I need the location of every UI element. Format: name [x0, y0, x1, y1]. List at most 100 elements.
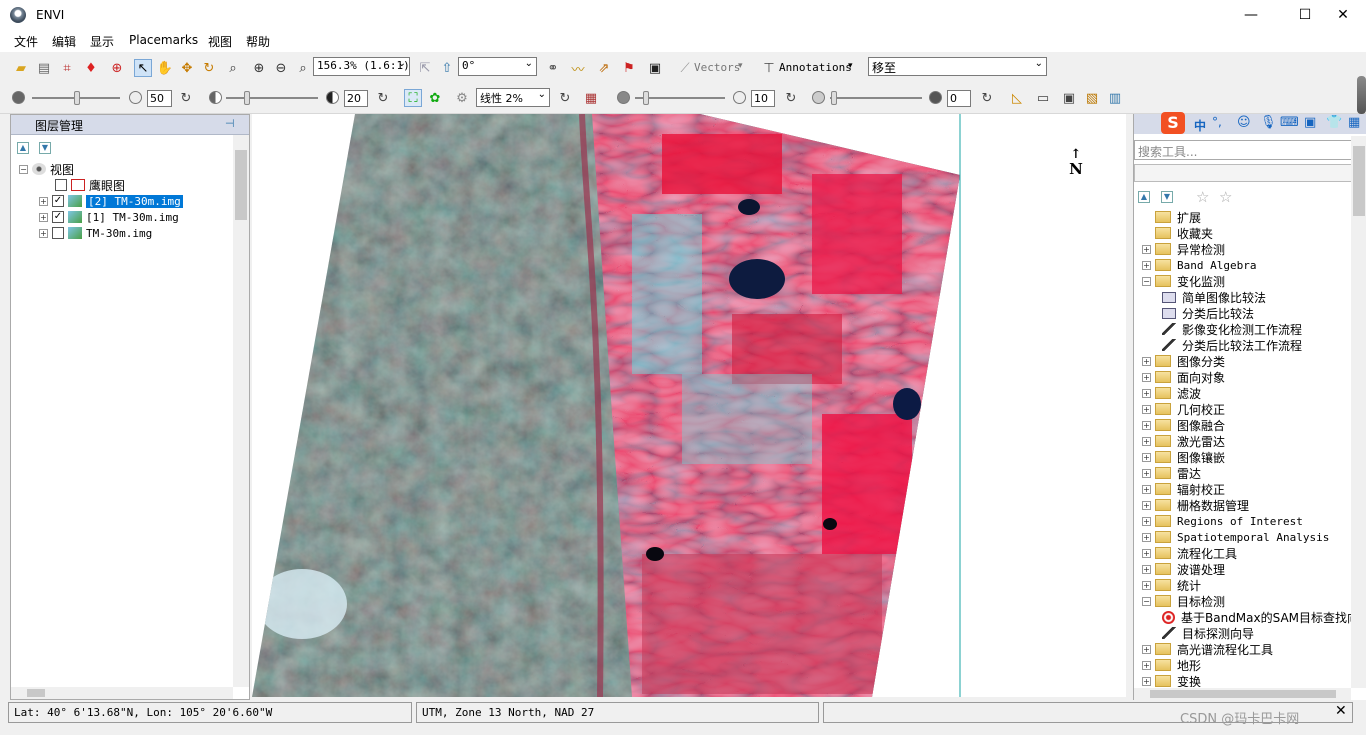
toolbox-folder[interactable]: + 高光谱流程化工具	[1142, 641, 1273, 657]
reset-stretch-icon[interactable]: ↻	[556, 89, 574, 107]
toolbox-search-input[interactable]: 搜索工具...	[1134, 140, 1353, 160]
color-table-icon[interactable]: ▦	[582, 89, 600, 107]
transparency-slider-thumb[interactable]	[831, 91, 837, 105]
toolbox-folder[interactable]: + 图像融合	[1142, 417, 1225, 433]
layer-item[interactable]: 鹰眼图	[55, 177, 125, 193]
collapse-all-icon[interactable]: ▲	[1138, 191, 1150, 203]
rotate-icon[interactable]: ↻	[200, 59, 218, 77]
ruler-icon[interactable]: ◺	[1008, 89, 1026, 107]
toolbox-hscrollbar[interactable]	[1134, 688, 1351, 700]
expand-icon[interactable]: +	[1142, 516, 1151, 526]
transparency-slider-track[interactable]	[830, 97, 922, 99]
expand-icon[interactable]: +	[1142, 660, 1151, 670]
vectors-menu[interactable]: Vectors	[694, 61, 740, 74]
layer-item[interactable]: + ✓ [2] TM-30m.img	[39, 193, 183, 209]
image-view[interactable]: ↑ N	[252, 114, 1126, 697]
roi-icon[interactable]: ⚑	[620, 59, 638, 77]
reset-contrast-icon[interactable]: ↻	[374, 89, 392, 107]
rotate-north-icon[interactable]: ⇧	[438, 59, 456, 77]
keyboard-icon[interactable]: ⌨	[1280, 115, 1299, 130]
expand-icon[interactable]: +	[39, 212, 48, 222]
sharpen-input[interactable]: 10	[751, 90, 775, 107]
toolbox-folder[interactable]: + Band Algebra	[1142, 257, 1256, 273]
transparency-input[interactable]: 0	[947, 90, 971, 107]
expand-icon[interactable]: +	[1142, 244, 1151, 254]
voice-icon[interactable]: 🎙	[1260, 115, 1277, 130]
chip-view-icon[interactable]: ▭	[1034, 89, 1052, 107]
layer-checkbox[interactable]	[52, 227, 64, 239]
expand-icon[interactable]: +	[1142, 564, 1151, 574]
toolbox-folder[interactable]: + Regions of Interest	[1142, 513, 1303, 529]
tree-root-view[interactable]: − 视图	[19, 161, 74, 177]
zoom-fit-icon[interactable]: ⌕	[294, 59, 312, 77]
rotation-combo[interactable]: 0° ⌄	[458, 57, 537, 76]
expand-icon[interactable]: +	[1142, 436, 1151, 446]
skin-icon[interactable]: 👕	[1326, 115, 1342, 130]
menu-display[interactable]: 显示	[90, 33, 114, 50]
expand-all-icon[interactable]: ▼	[1161, 191, 1173, 203]
zoom-out-icon[interactable]: ⊖	[272, 59, 290, 77]
pan-hand-icon[interactable]: ✋	[156, 59, 174, 77]
layer-checkbox[interactable]: ✓	[52, 211, 64, 223]
sogou-icon[interactable]: S	[1161, 112, 1185, 134]
layer-item[interactable]: + ✓ [1] TM-30m.img	[39, 209, 179, 225]
toolbox-folder[interactable]: + 异常检测	[1142, 241, 1225, 257]
layer-scrollbar[interactable]	[233, 135, 249, 687]
ime-chinese-icon[interactable]: 中	[1194, 117, 1206, 134]
toolbox-tool[interactable]: 目标探测向导	[1162, 625, 1254, 641]
reset-sharpen-icon[interactable]: ↻	[782, 89, 800, 107]
pixel-locator-icon[interactable]: ▣	[646, 59, 664, 77]
expand-icon[interactable]: +	[1142, 676, 1151, 686]
toolbox-folder[interactable]: + 滤波	[1142, 385, 1201, 401]
layer-checkbox[interactable]	[55, 179, 67, 191]
toolbox-folder[interactable]: + 面向对象	[1142, 369, 1225, 385]
zoom-combo[interactable]: 156.3% (1.6:1) ⌄	[313, 57, 410, 76]
close-button[interactable]: ✕	[1320, 0, 1366, 30]
expand-icon[interactable]: +	[1142, 532, 1151, 542]
toolbox-folder[interactable]: + 图像镶嵌	[1142, 449, 1225, 465]
toolbox-folder[interactable]: + 几何校正	[1142, 401, 1225, 417]
toolbox-tool[interactable]: 基于BandMax的SAM目标查找向导	[1162, 609, 1351, 625]
placemark-icon[interactable]: ♦	[82, 59, 100, 77]
reset-brightness-icon[interactable]: ↻	[177, 89, 195, 107]
collapse-icon[interactable]: −	[19, 164, 28, 174]
spectral-profile-icon[interactable]: 〰	[569, 59, 587, 78]
fly-icon[interactable]: ✥	[178, 59, 196, 77]
open-folder-icon[interactable]: ▰	[12, 59, 30, 77]
zoom-icon[interactable]: ⌕	[224, 59, 242, 77]
toolbox-icon[interactable]: ▣	[1304, 115, 1316, 130]
crosshair-icon[interactable]: ⊕	[108, 59, 126, 77]
expand-icon[interactable]: +	[1142, 452, 1151, 462]
favorite-remove-icon[interactable]: ☆	[1219, 188, 1232, 206]
contrast-slider-thumb[interactable]	[244, 91, 250, 105]
grid-menu-icon[interactable]: ▦	[1348, 115, 1360, 130]
brightness-input[interactable]: 50	[147, 90, 172, 107]
toolbox-folder[interactable]: + 波谱处理	[1142, 561, 1225, 577]
expand-icon[interactable]: +	[1142, 372, 1151, 382]
select-pointer-icon[interactable]: ↖	[134, 59, 152, 77]
expand-icon[interactable]: +	[1142, 580, 1151, 590]
menu-view[interactable]: 视图	[208, 33, 232, 50]
toolbox-folder[interactable]: + 图像分类	[1142, 353, 1225, 369]
measure-icon[interactable]: ⇗	[595, 59, 613, 77]
punctuation-icon[interactable]: °,	[1212, 115, 1222, 129]
stretch-combo[interactable]: 线性 2% ⌄	[476, 88, 550, 107]
toolbox-folder[interactable]: + 辐射校正	[1142, 481, 1225, 497]
data-manager-icon[interactable]: ▤	[35, 59, 53, 77]
toolbox-folder[interactable]: + 统计	[1142, 577, 1201, 593]
panel-pin-icon[interactable]: ⊣	[225, 117, 235, 130]
expand-icon[interactable]: +	[1142, 420, 1151, 430]
expand-icon[interactable]: +	[1142, 644, 1151, 654]
cancel-process-icon[interactable]: ✕	[1335, 703, 1347, 719]
layer-hscrollbar[interactable]	[11, 687, 233, 699]
goto-combo[interactable]: 移至 ⌄	[868, 57, 1047, 76]
toolbox-folder[interactable]: 扩展	[1142, 209, 1201, 225]
contrast-input[interactable]: 20	[344, 90, 368, 107]
expand-icon[interactable]: +	[39, 228, 48, 238]
expand-icon[interactable]: +	[1142, 260, 1151, 270]
menu-placemarks[interactable]: Placemarks	[129, 33, 198, 47]
contrast-slider-track[interactable]	[226, 97, 318, 99]
expand-icon[interactable]: +	[1142, 404, 1151, 414]
single-view-icon[interactable]: ▣	[1060, 89, 1078, 107]
portal-icon[interactable]: ▧	[1083, 89, 1101, 107]
